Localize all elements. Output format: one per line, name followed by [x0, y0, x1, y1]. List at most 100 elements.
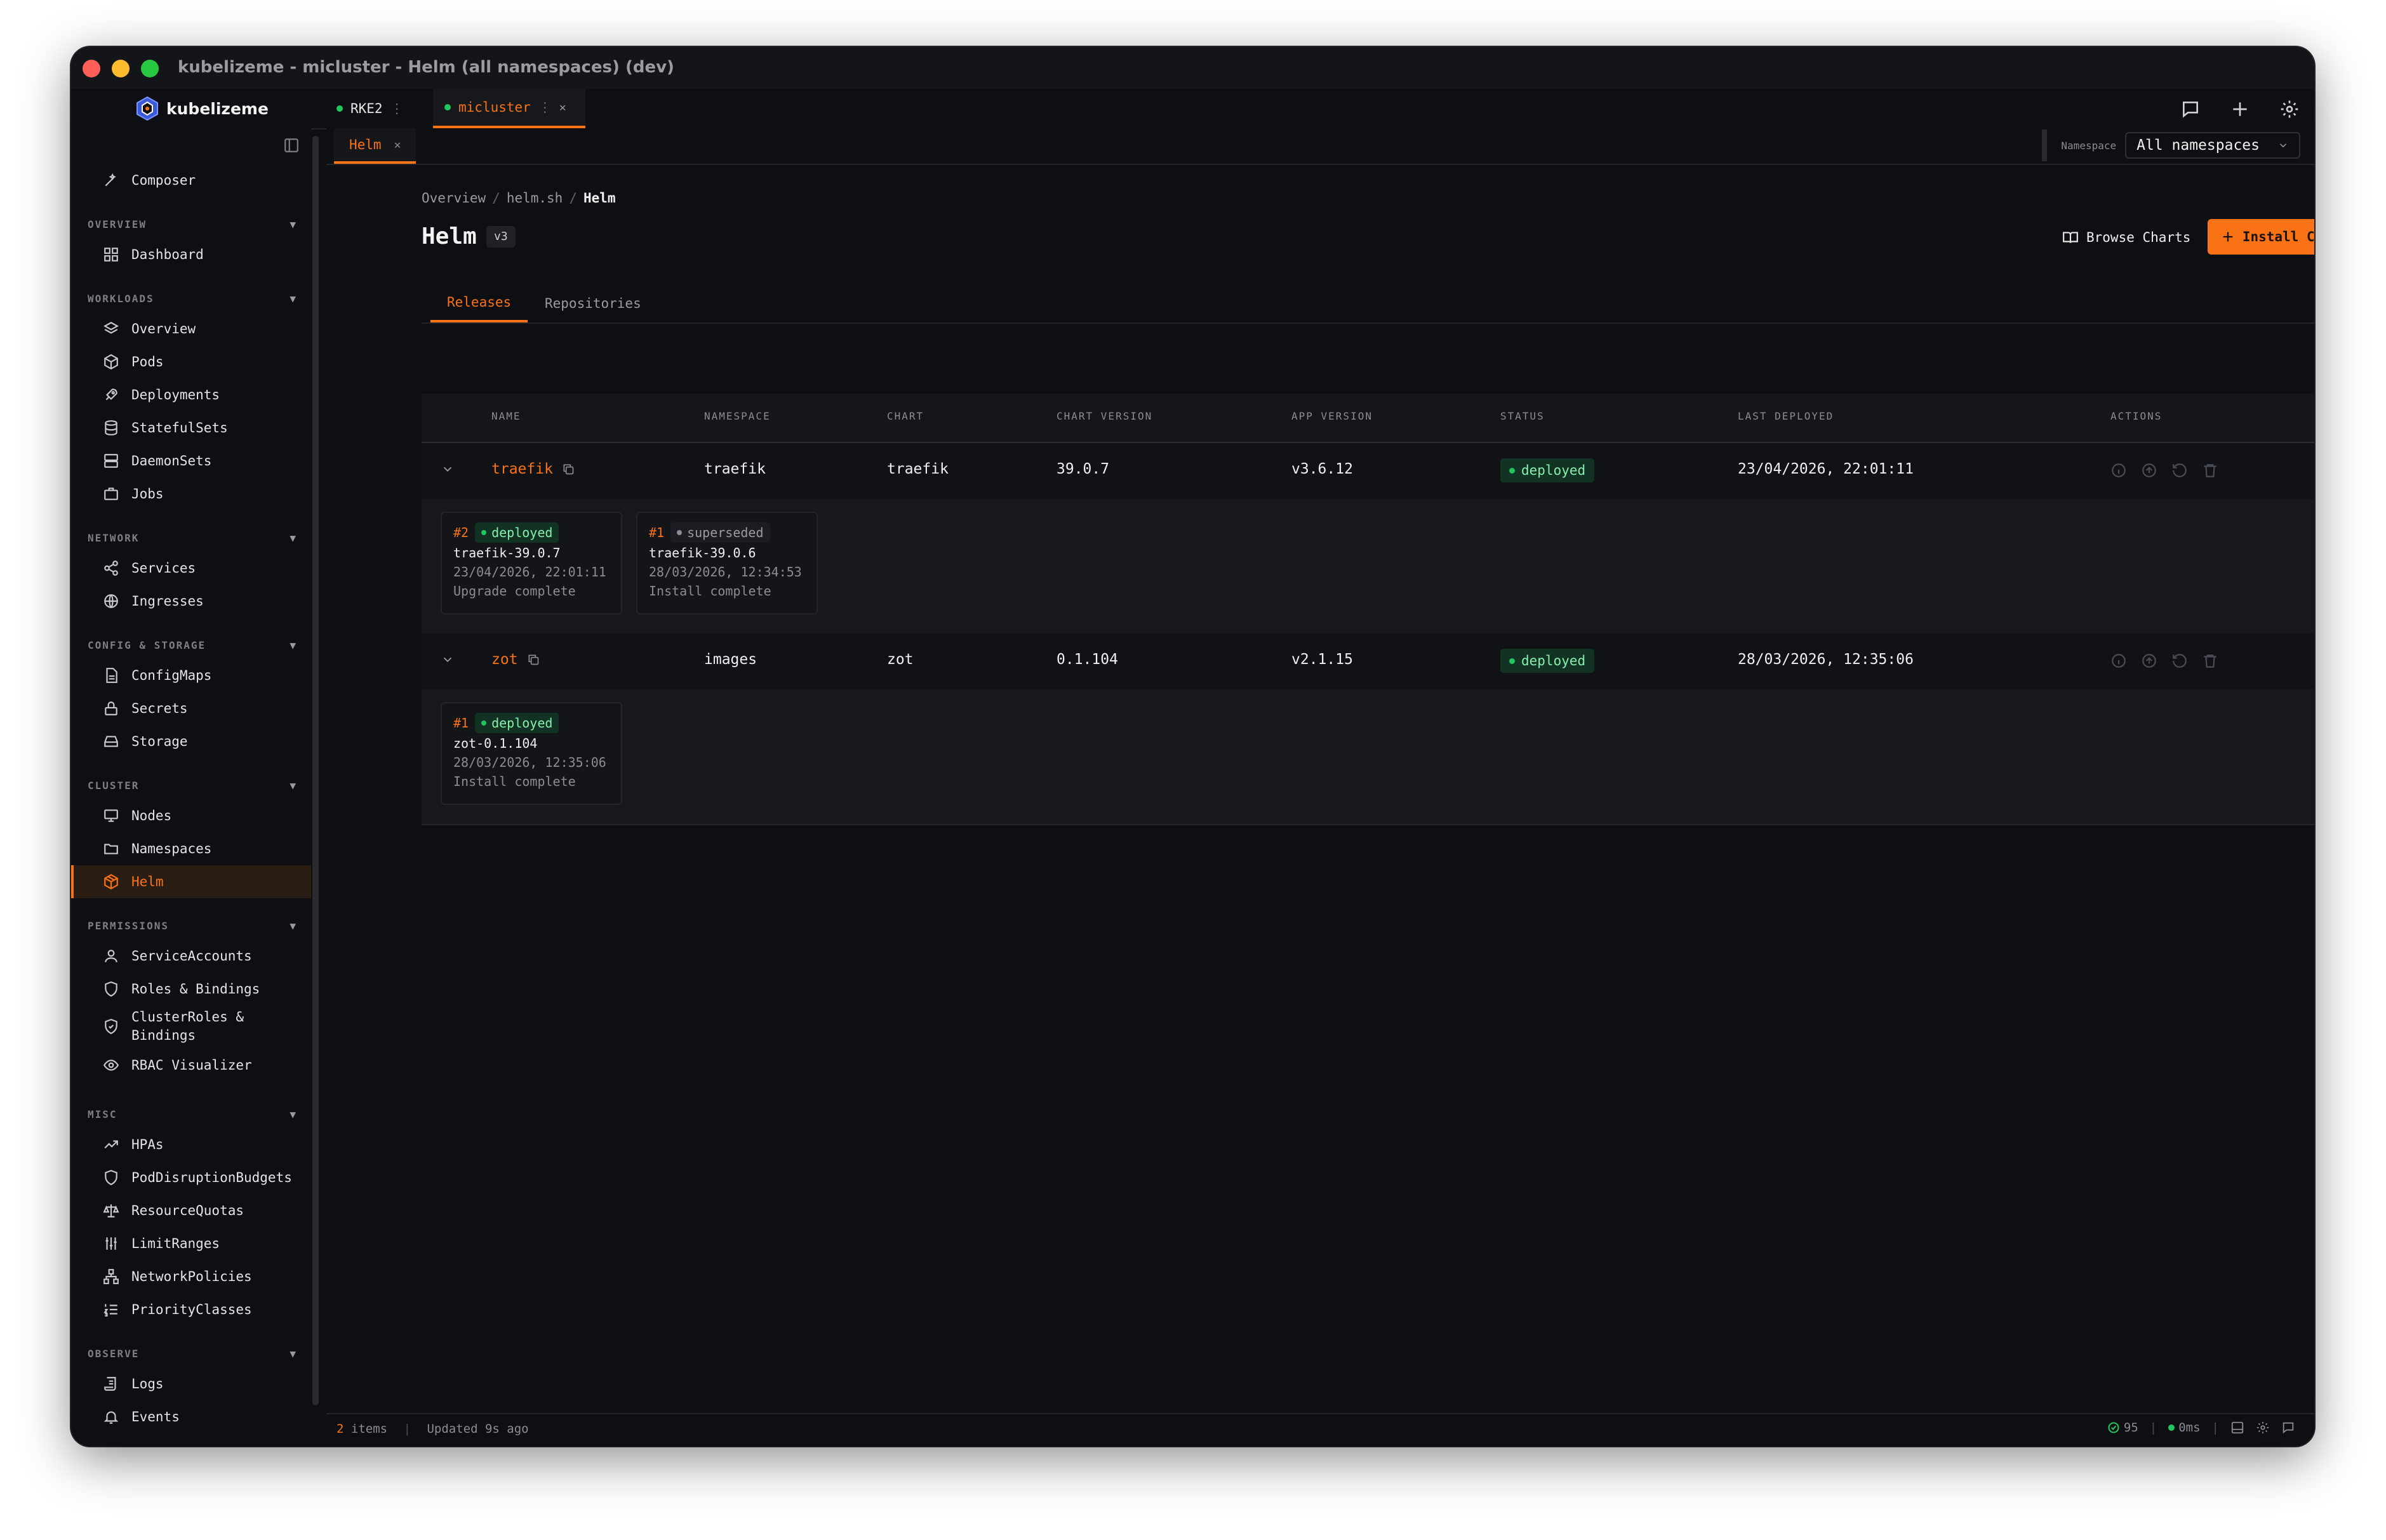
- close-tab-icon[interactable]: ✕: [394, 138, 401, 152]
- column-header-last-deployed[interactable]: LAST DEPLOYED: [1738, 410, 1834, 422]
- sidebar-item-jobs[interactable]: Jobs: [71, 477, 311, 510]
- sidebar-section-cluster[interactable]: CLUSTER ▼: [88, 780, 297, 799]
- panel-icon[interactable]: [2230, 1421, 2244, 1435]
- sidebar-item-helm[interactable]: Helm: [71, 865, 311, 898]
- rollback-icon[interactable]: [2171, 653, 2188, 669]
- revision-card[interactable]: #1 deployed zot-0.1.104 28/03/2026, 12:3…: [441, 702, 622, 805]
- tab-releases[interactable]: Releases: [430, 284, 528, 322]
- sidebar-item-pods[interactable]: Pods: [71, 345, 311, 378]
- sidebar-item-limitranges[interactable]: LimitRanges: [71, 1227, 311, 1260]
- column-header-chart-version[interactable]: CHART VERSION: [1056, 410, 1152, 422]
- health-indicator[interactable]: 95: [2107, 1421, 2138, 1435]
- sidebar-item-events[interactable]: Events: [71, 1400, 311, 1433]
- column-header-chart[interactable]: CHART: [887, 410, 924, 422]
- sidebar-item-namespaces[interactable]: Namespaces: [71, 832, 311, 865]
- close-tab-icon[interactable]: ✕: [559, 101, 566, 114]
- sidebar-item-resourcequotas[interactable]: ResourceQuotas: [71, 1194, 311, 1227]
- latency-indicator[interactable]: 0ms: [2168, 1421, 2201, 1435]
- kebab-icon[interactable]: ⋮: [538, 100, 552, 115]
- chat-bubble-icon[interactable]: [2281, 1421, 2295, 1435]
- chat-bubble-icon[interactable]: [2180, 99, 2201, 119]
- upgrade-icon[interactable]: [2141, 653, 2157, 669]
- sidebar-scrollbar[interactable]: [312, 136, 319, 1405]
- chevron-down-icon[interactable]: [441, 462, 455, 476]
- cluster-tab-rke2[interactable]: RKE2 ⋮: [325, 89, 415, 128]
- release-name[interactable]: zot: [491, 651, 540, 668]
- column-header-app-version[interactable]: APP VERSION: [1291, 410, 1373, 422]
- sidebar-item-clusterroles-bindings[interactable]: ClusterRoles & Bindings: [71, 1006, 311, 1047]
- sidebar-item-serviceaccounts[interactable]: ServiceAccounts: [71, 939, 311, 972]
- sidebar-item-overview[interactable]: Overview: [71, 312, 311, 345]
- sidebar-item-roles-bindings[interactable]: Roles & Bindings: [71, 972, 311, 1006]
- breadcrumb-helm-sh[interactable]: helm.sh: [507, 190, 563, 206]
- install-chart-label: Install Chart: [2242, 229, 2314, 244]
- sidebar-item-priorityclasses[interactable]: PriorityClasses: [71, 1293, 311, 1326]
- sidebar-item-hpas[interactable]: HPAs: [71, 1128, 311, 1161]
- sidebar-item-label: Helm: [131, 873, 164, 889]
- breadcrumb-overview[interactable]: Overview: [422, 190, 486, 206]
- sidebar-item-secrets[interactable]: Secrets: [71, 692, 311, 725]
- rollback-icon[interactable]: [2171, 462, 2188, 479]
- release-name[interactable]: traefik: [491, 461, 575, 477]
- tab-repositories[interactable]: Repositories: [528, 284, 658, 322]
- sidebar-item-logs[interactable]: Logs: [71, 1367, 311, 1400]
- gear-icon[interactable]: [2279, 99, 2300, 119]
- sidebar-section-network[interactable]: NETWORK ▼: [88, 532, 297, 551]
- trash-icon[interactable]: [2202, 462, 2218, 479]
- table-row[interactable]: zot images zot 0.1.104 v2.1.15 deployed …: [422, 634, 2314, 689]
- sidebar-section-workloads[interactable]: WORKLOADS ▼: [88, 293, 297, 312]
- browse-charts-button[interactable]: Browse Charts: [2053, 221, 2199, 254]
- sidebar-section-permissions[interactable]: PERMISSIONS ▼: [88, 920, 297, 939]
- plus-icon[interactable]: [2230, 99, 2250, 119]
- table-row[interactable]: traefik traefik traefik 39.0.7 v3.6.12 d…: [422, 443, 2314, 499]
- sidebar-item-networkpolicies[interactable]: NetworkPolicies: [71, 1260, 311, 1293]
- revision-card[interactable]: #2 deployed traefik-39.0.7 23/04/2026, 2…: [441, 512, 622, 614]
- namespace-dropdown[interactable]: All namespaces: [2125, 132, 2300, 159]
- revision-description: Install complete: [649, 583, 771, 599]
- sidebar-item-services[interactable]: Services: [71, 552, 311, 585]
- sidebar-section-overview[interactable]: OVERVIEW ▼: [88, 218, 297, 237]
- copy-icon[interactable]: [527, 653, 540, 666]
- sidebar: Composer OVERVIEW ▼ Dashboard WORKLOADS ▼ …: [71, 128, 311, 1446]
- column-header-status[interactable]: STATUS: [1500, 410, 1545, 422]
- view-tab-helm[interactable]: Helm ✕: [334, 128, 417, 164]
- sidebar-item-label: RBAC Visualizer: [131, 1057, 252, 1073]
- sidebar-item-label: PodDisruptionBudgets: [131, 1169, 292, 1185]
- minimize-window-button[interactable]: [112, 60, 130, 77]
- gear-icon[interactable]: [2256, 1421, 2270, 1435]
- zoom-window-button[interactable]: [141, 60, 159, 77]
- sidebar-item-deployments[interactable]: Deployments: [71, 378, 311, 411]
- sidebar-item-rbac-visualizer[interactable]: RBAC Visualizer: [71, 1049, 311, 1082]
- upgrade-icon[interactable]: [2141, 462, 2157, 479]
- install-chart-button[interactable]: Install Chart: [2208, 219, 2314, 255]
- kebab-icon[interactable]: ⋮: [390, 101, 404, 116]
- sidebar-section-misc[interactable]: MISC ▼: [88, 1108, 297, 1127]
- sidebar-collapse-icon[interactable]: [283, 137, 300, 154]
- close-window-button[interactable]: [83, 60, 100, 77]
- sidebar-item-label: Secrets: [131, 700, 188, 716]
- sidebar-item-storage[interactable]: Storage: [71, 725, 311, 758]
- column-header-namespace[interactable]: NAMESPACE: [704, 410, 771, 422]
- column-header-name[interactable]: NAME: [491, 410, 521, 422]
- sidebar-item-configmaps[interactable]: ConfigMaps: [71, 659, 311, 692]
- section-title: OVERVIEW: [88, 218, 147, 230]
- sidebar-item-poddisruptionbudgets[interactable]: PodDisruptionBudgets: [71, 1161, 311, 1194]
- sidebar-item-daemonsets[interactable]: DaemonSets: [71, 444, 311, 477]
- sidebar-item-statefulsets[interactable]: StatefulSets: [71, 411, 311, 444]
- sidebar-item-composer[interactable]: Composer: [71, 164, 311, 197]
- revision-number: #2: [453, 525, 469, 540]
- info-icon[interactable]: [2110, 462, 2127, 479]
- chevron-down-icon: [2279, 143, 2287, 148]
- sidebar-item-dashboard[interactable]: Dashboard: [71, 238, 311, 271]
- copy-icon[interactable]: [562, 463, 575, 475]
- trash-icon[interactable]: [2202, 653, 2218, 669]
- sidebar-item-ingresses[interactable]: Ingresses: [71, 585, 311, 618]
- info-icon[interactable]: [2110, 653, 2127, 669]
- cluster-tab-micluster[interactable]: micluster ⋮ ✕: [433, 89, 585, 128]
- sidebar-section-config-storage[interactable]: CONFIG & STORAGE ▼: [88, 639, 297, 658]
- sidebar-section-observe[interactable]: OBSERVE ▼: [88, 1348, 297, 1367]
- revision-card[interactable]: #1 superseded traefik-39.0.6 28/03/2026,…: [636, 512, 818, 614]
- sidebar-item-nodes[interactable]: Nodes: [71, 799, 311, 832]
- chevron-down-icon[interactable]: [441, 653, 455, 667]
- sidebar-item-label: Dashboard: [131, 246, 204, 262]
